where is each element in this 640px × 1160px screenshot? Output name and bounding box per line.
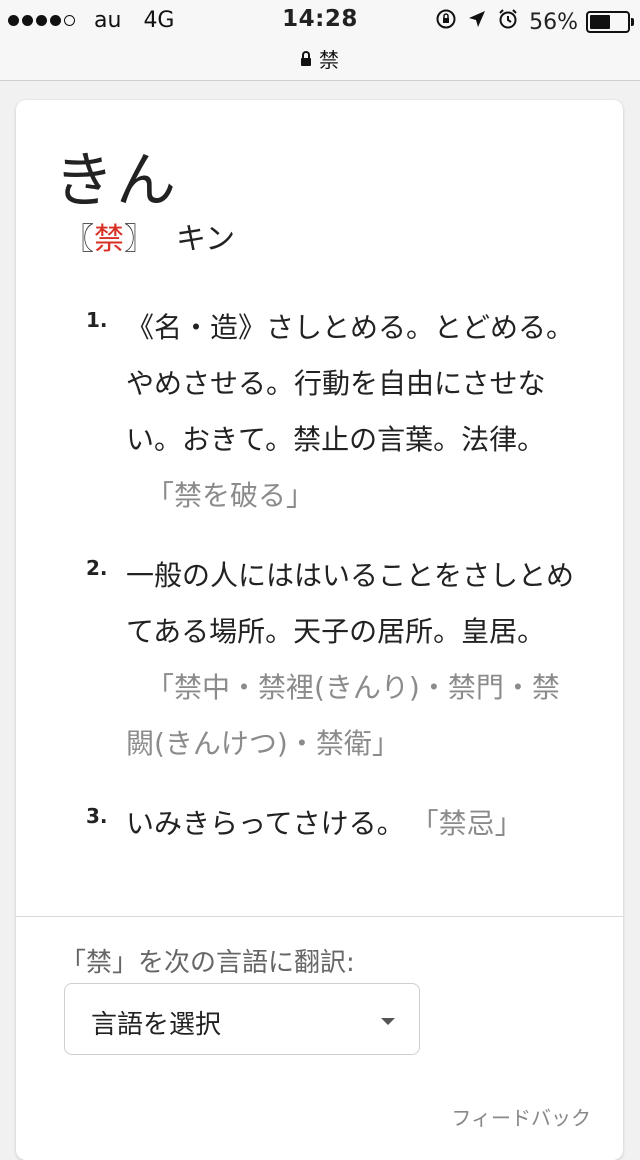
definition-item: 3. いみきらってさける。 「禁忌」: [86, 796, 586, 852]
definition-number: 3.: [86, 804, 108, 828]
lock-icon: [301, 51, 311, 66]
definition-example: 「禁忌」: [424, 807, 523, 840]
definition-text: いみきらってさける。: [126, 807, 405, 840]
definition-list: 1. 《名・造》さしとめる。とどめる。やめさせる。行動を自由にさせない。おきて。…: [86, 300, 586, 876]
orientation-lock-icon: [435, 8, 457, 36]
caret-down-icon: [381, 1018, 395, 1025]
kanji-reading: キン: [176, 222, 236, 257]
definition-number: 1.: [86, 308, 108, 332]
location-arrow-icon: [467, 9, 487, 35]
language-select[interactable]: 言語を選択: [64, 983, 420, 1055]
definition-item: 1. 《名・造》さしとめる。とどめる。やめさせる。行動を自由にさせない。おきて。…: [86, 300, 586, 524]
battery-icon: [586, 11, 634, 33]
kanji-open-bracket: 〖: [64, 222, 94, 257]
headword: きん: [54, 146, 178, 216]
language-select-value: 言語を選択: [91, 1010, 222, 1040]
kanji-close-bracket: 〗: [124, 222, 154, 257]
definition-number: 2.: [86, 556, 108, 580]
status-bar-right: 56%: [425, 8, 634, 36]
battery-level: [590, 15, 610, 29]
alarm-icon: [497, 8, 519, 36]
definition-text: 一般の人にははいることをさしとめてある場所。天子の居所。皇居。: [126, 559, 575, 648]
feedback-link[interactable]: フィードバック: [451, 1102, 591, 1131]
definition-item: 2. 一般の人にははいることをさしとめてある場所。天子の居所。皇居。「禁中・禁裡…: [86, 548, 586, 772]
definition-example: 「禁中・禁裡(きんり)・禁門・禁闕(きんけつ)・禁衛」: [126, 671, 560, 760]
definition-text: 《名・造》さしとめる。とどめる。やめさせる。行動を自由にさせない。おきて。禁止の…: [126, 311, 575, 456]
dictionary-card: きん 〖禁〗 キン 1. 《名・造》さしとめる。とどめる。やめさせる。行動を自由に…: [16, 100, 623, 1160]
battery-percent: 56%: [529, 9, 578, 35]
kanji: 禁: [94, 222, 124, 257]
definition-example: 「禁を破る」: [146, 479, 315, 512]
address-bar[interactable]: 禁: [0, 44, 640, 73]
browser-top-bar: au 4G 14:28 56% 禁: [0, 0, 640, 81]
translate-label: 「禁」を次の言語に翻訳:: [60, 948, 355, 978]
divider: [16, 916, 623, 917]
kanji-line: 〖禁〗 キン: [64, 214, 235, 258]
url-text: 禁: [319, 48, 339, 72]
